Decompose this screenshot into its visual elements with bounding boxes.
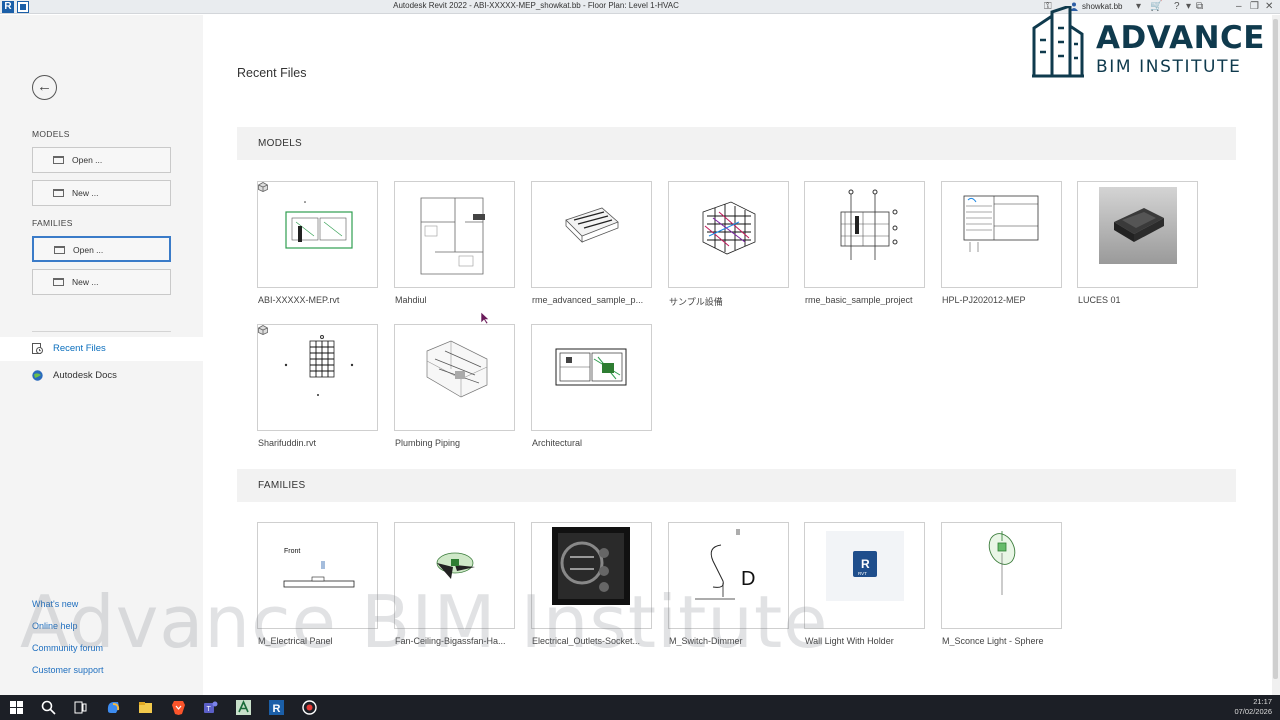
model-label: LUCES 01	[1078, 295, 1121, 305]
advance-bim-institute-logo: ADVANCE BIM INSTITUTE	[1030, 6, 1270, 80]
divider	[32, 331, 171, 332]
family-thumbnail	[941, 522, 1062, 629]
model-label: Plumbing Piping	[395, 438, 461, 448]
file-explorer-icon[interactable]	[137, 699, 154, 716]
family-thumbnail: R RVT	[804, 522, 925, 629]
window-title: Autodesk Revit 2022 - ABI-XXXXX-MEP_show…	[393, 1, 679, 10]
autodesk-docs-icon	[32, 370, 43, 381]
whats-new-link[interactable]: What's new	[32, 599, 78, 609]
nav-recent-files[interactable]: Recent Files	[0, 337, 203, 361]
svg-text:T: T	[207, 706, 212, 713]
local-file-cube-icon	[258, 325, 268, 335]
folder-new-icon	[53, 189, 64, 197]
model-thumbnail	[941, 181, 1062, 288]
community-forum-link[interactable]: Community forum	[32, 643, 103, 653]
revit-home-window: R Autodesk Revit 2022 - ABI-XXXXX-MEP_sh…	[0, 0, 1280, 720]
model-thumbnail	[1077, 181, 1198, 288]
models-heading: MODELS	[32, 129, 70, 139]
family-thumbnail	[394, 522, 515, 629]
model-label: HPL-PJ202012-MEP	[942, 295, 1026, 305]
svg-text:R: R	[273, 703, 281, 715]
online-help-link[interactable]: Online help	[32, 621, 78, 631]
windows-start-icon[interactable]	[8, 699, 25, 716]
model-thumbnail	[668, 181, 789, 288]
family-label: M_Sconce Light - Sphere	[942, 636, 1044, 646]
page-title: Recent Files	[237, 66, 307, 80]
folder-new-icon	[53, 278, 64, 286]
model-thumbnail	[804, 181, 925, 288]
family-label: Wall Light With Holder	[805, 636, 894, 646]
copilot-icon[interactable]	[105, 699, 122, 716]
screen-recorder-icon[interactable]	[301, 699, 318, 716]
models-open-label: Open ...	[72, 155, 103, 165]
families-open-label: Open ...	[73, 245, 104, 255]
model-label: Architectural	[532, 438, 583, 448]
clock-date: 07/02/2026	[1234, 707, 1272, 716]
taskbar-clock[interactable]: 21:17 07/02/2026	[1234, 697, 1272, 717]
model-thumbnail	[257, 181, 378, 288]
vertical-scrollbar[interactable]	[1272, 15, 1280, 695]
clock-time: 21:17	[1253, 697, 1272, 706]
models-new-button[interactable]: New ...	[32, 180, 171, 206]
families-open-button[interactable]: Open ...	[32, 236, 171, 262]
models-section-header: MODELS	[237, 127, 1236, 160]
autocad-icon[interactable]	[235, 699, 252, 716]
folder-open-icon	[53, 156, 64, 164]
dimmer-symbol-text: D	[741, 568, 755, 590]
folder-open-icon	[54, 246, 65, 254]
customer-support-link[interactable]: Customer support	[32, 665, 104, 675]
local-file-cube-icon	[258, 182, 268, 192]
families-section-title: FAMILIES	[258, 480, 306, 491]
family-thumbnail: Front	[257, 522, 378, 629]
families-heading: FAMILIES	[32, 218, 73, 228]
model-label: Mahdiul	[395, 295, 427, 305]
family-label: M_Electrical Panel	[258, 636, 333, 646]
models-open-button[interactable]: Open ...	[32, 147, 171, 173]
building-logo-icon	[1032, 6, 1084, 78]
family-label: M_Switch-Dimmer	[669, 636, 743, 646]
model-thumbnail	[531, 324, 652, 431]
revit-icon[interactable]: R	[268, 699, 285, 716]
recent-files-panel: Recent Files MODELS ABI-XXXXX-MEP.rvt Ma…	[203, 15, 1280, 695]
model-label: ABI-XXXXX-MEP.rvt	[258, 295, 340, 305]
families-new-label: New ...	[72, 277, 99, 287]
family-thumbnail: D	[668, 522, 789, 629]
models-new-label: New ...	[72, 188, 99, 198]
rvt-logo-letter: R	[861, 557, 870, 571]
model-thumbnail	[257, 324, 378, 431]
nav-autodesk-docs-label: Autodesk Docs	[53, 370, 117, 381]
family-label: Fan-Ceiling-Bigassfan-Ha...	[395, 636, 506, 646]
families-new-button[interactable]: New ...	[32, 269, 171, 295]
sidebar: ← MODELS Open ... New ... FAMILIES Open …	[0, 15, 203, 695]
model-label: サンプル設備	[669, 297, 723, 307]
model-label: rme_basic_sample_project	[805, 295, 913, 305]
teams-icon[interactable]: T	[202, 699, 219, 716]
brave-browser-icon[interactable]	[170, 699, 187, 716]
rvt-logo-sub: RVT	[858, 571, 867, 576]
search-icon[interactable]	[40, 699, 57, 716]
families-section-header: FAMILIES	[237, 469, 1236, 502]
task-view-icon[interactable]	[72, 699, 89, 716]
scrollbar-thumb[interactable]	[1273, 19, 1278, 679]
model-label: Sharifuddin.rvt	[258, 438, 317, 448]
model-thumbnail	[394, 181, 515, 288]
logo-line-2: BIM INSTITUTE	[1096, 57, 1242, 77]
logo-line-1: ADVANCE	[1096, 20, 1265, 56]
windows-taskbar: T R 21:17 07/02/2026	[0, 695, 1280, 720]
family-label: Electrical_Outlets-Socket...	[532, 636, 641, 646]
mouse-cursor-icon	[480, 311, 490, 325]
nav-autodesk-docs[interactable]: Autodesk Docs	[0, 364, 203, 388]
models-section-title: MODELS	[258, 138, 303, 149]
model-label: rme_advanced_sample_p...	[532, 295, 644, 305]
front-view-label: Front	[284, 548, 300, 555]
model-thumbnail	[531, 181, 652, 288]
nav-recent-files-label: Recent Files	[53, 343, 106, 354]
back-arrow-icon[interactable]: ←	[32, 75, 57, 100]
model-thumbnail	[394, 324, 515, 431]
recent-files-icon	[32, 343, 43, 354]
family-thumbnail	[531, 522, 652, 629]
